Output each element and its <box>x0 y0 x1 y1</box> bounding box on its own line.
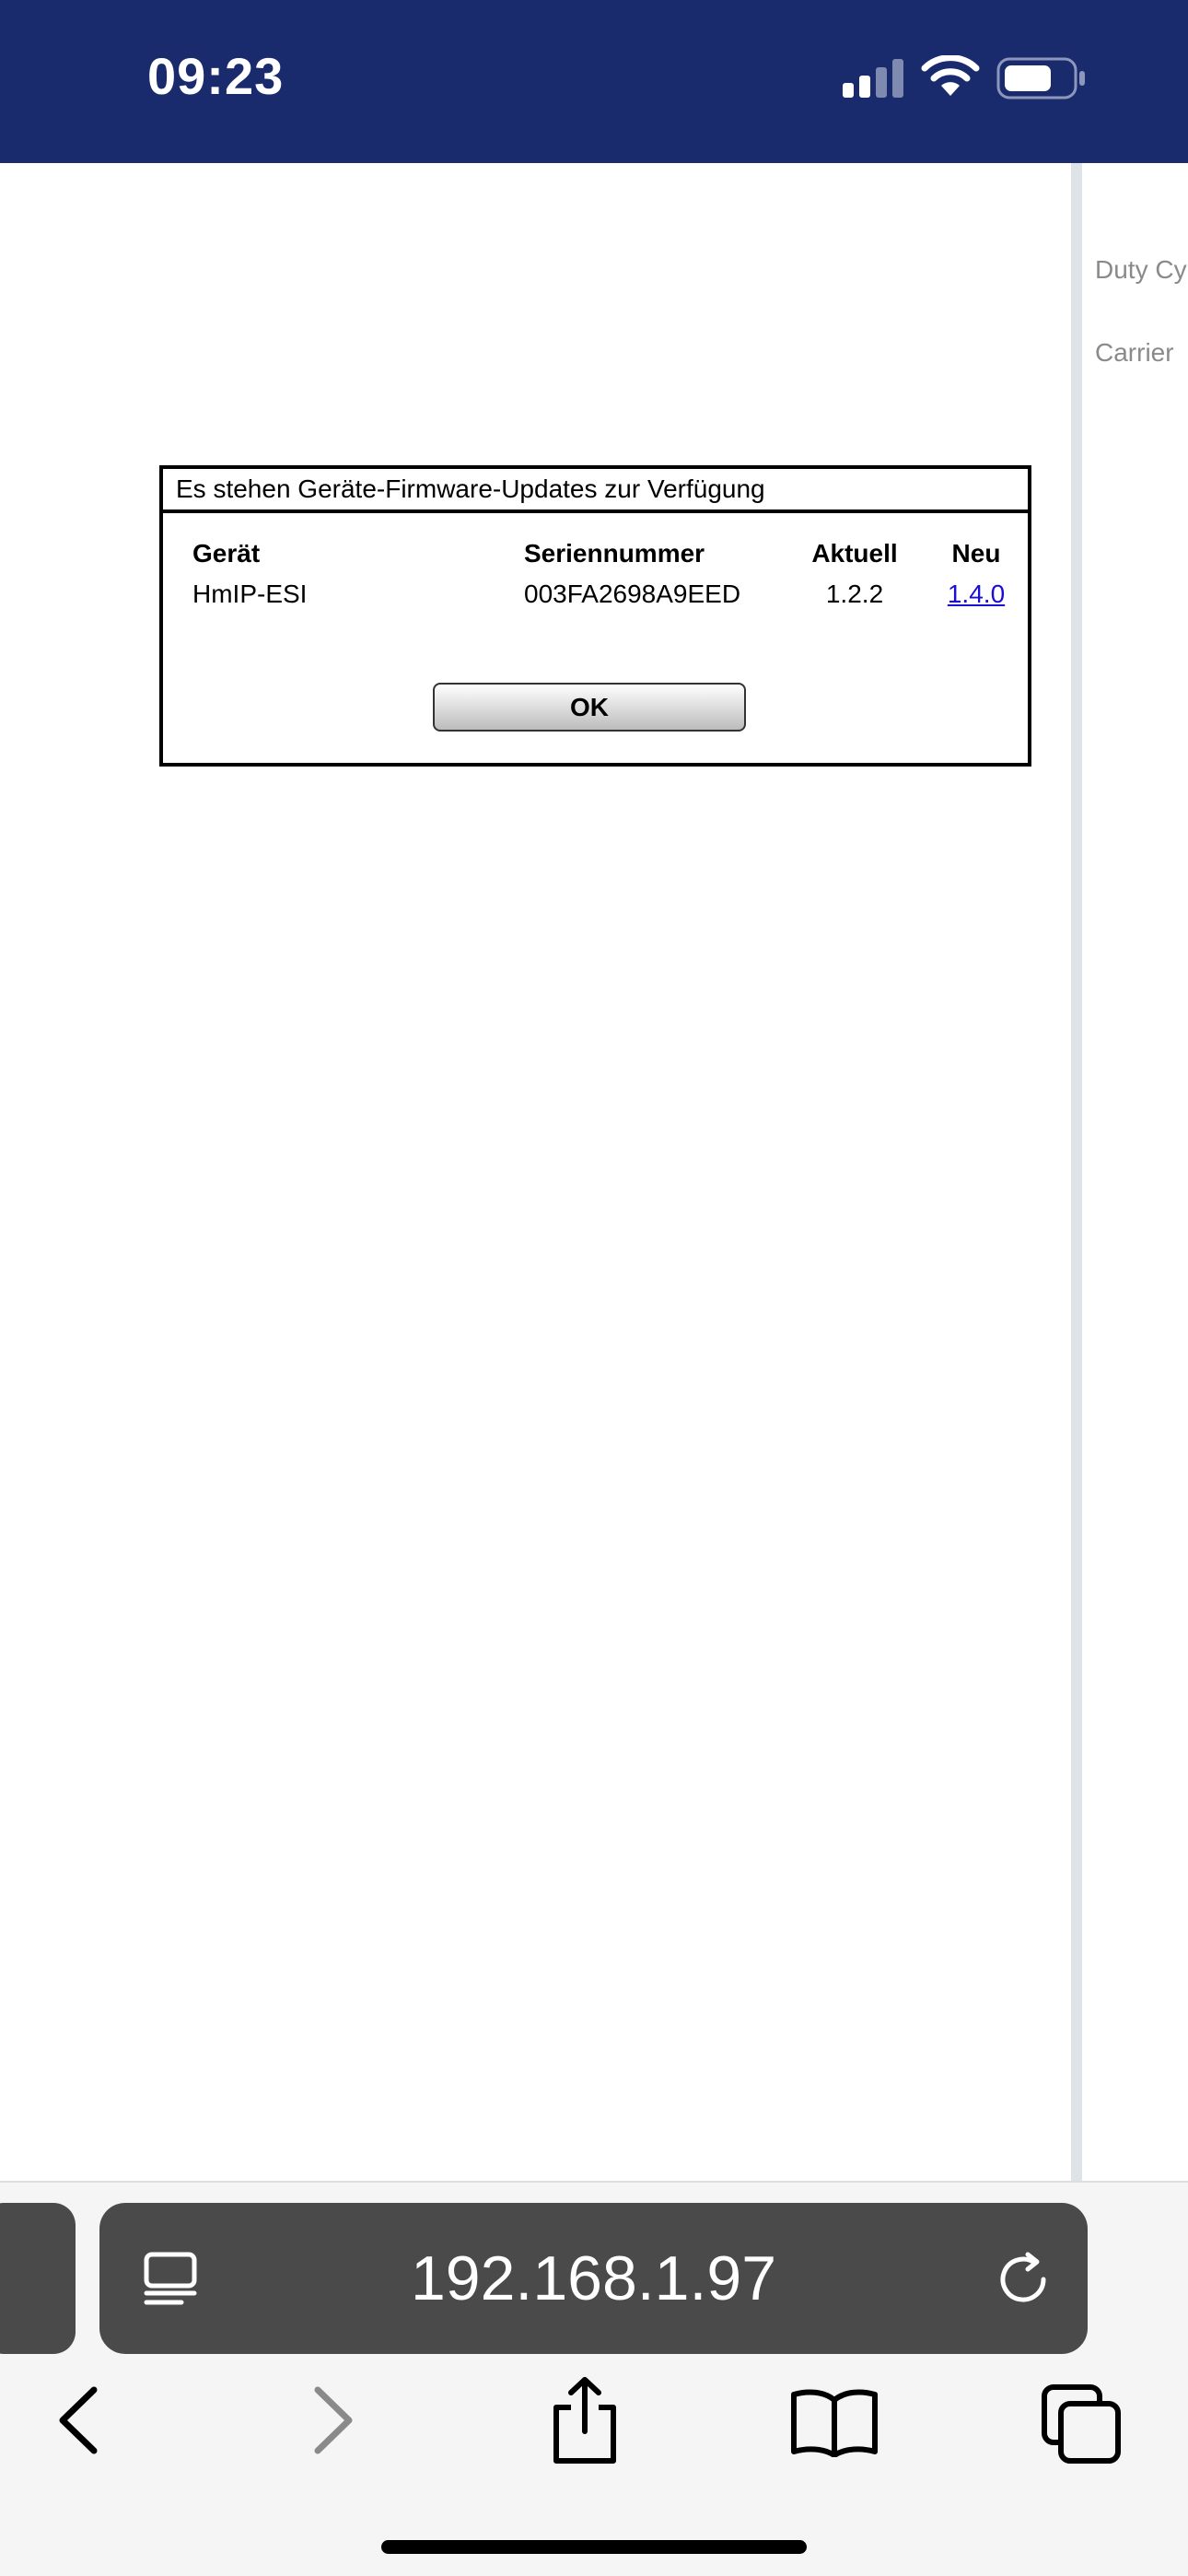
table-header-row: Gerät Seriennummer Aktuell Neu <box>163 539 1028 580</box>
tabs-icon[interactable] <box>1041 2383 1122 2465</box>
status-bar: 09:23 <box>0 0 1188 163</box>
firmware-table: Gerät Seriennummer Aktuell Neu HmIP-ESI … <box>163 539 1028 620</box>
side-label-carrier: Carrier <box>1095 338 1174 367</box>
firmware-update-dialog: Es stehen Geräte-Firmware-Updates zur Ve… <box>159 465 1031 767</box>
back-icon[interactable] <box>53 2386 103 2454</box>
forward-icon[interactable] <box>309 2386 358 2454</box>
battery-icon <box>996 57 1085 100</box>
previous-tab-preview[interactable] <box>0 2203 76 2354</box>
serial-number: 003FA2698A9EED <box>524 580 741 608</box>
header-device: Gerät <box>192 539 261 568</box>
page-divider <box>1071 163 1082 2181</box>
reload-icon[interactable] <box>995 2251 1052 2308</box>
header-current: Aktuell <box>811 539 898 568</box>
address-bar[interactable]: 192.168.1.97 <box>99 2203 1088 2354</box>
header-serial: Seriennummer <box>524 539 705 568</box>
new-version-cell: 1.4.0 <box>927 580 1025 609</box>
dialog-title: Es stehen Geräte-Firmware-Updates zur Ve… <box>163 469 1028 513</box>
side-label-duty-cycle: Duty Cy <box>1095 255 1187 284</box>
wifi-icon <box>921 55 980 96</box>
share-icon[interactable] <box>545 2374 624 2466</box>
status-time: 09:23 <box>147 47 285 105</box>
current-version: 1.2.2 <box>825 580 884 608</box>
ok-button[interactable]: OK <box>433 683 746 732</box>
table-row: HmIP-ESI 003FA2698A9EED 1.2.2 1.4.0 <box>163 580 1028 620</box>
address-text: 192.168.1.97 <box>410 2243 777 2313</box>
browser-toolbar: 192.168.1.97 <box>0 2181 1188 2576</box>
signal-icon <box>843 59 903 98</box>
home-indicator <box>381 2540 807 2554</box>
new-version-link[interactable]: 1.4.0 <box>948 580 1005 608</box>
header-new: Neu <box>951 539 1001 568</box>
device-name: HmIP-ESI <box>192 580 308 608</box>
web-content: Duty Cy Carrier Es stehen Geräte-Firmwar… <box>0 163 1188 2181</box>
bookmarks-icon[interactable] <box>790 2387 879 2457</box>
